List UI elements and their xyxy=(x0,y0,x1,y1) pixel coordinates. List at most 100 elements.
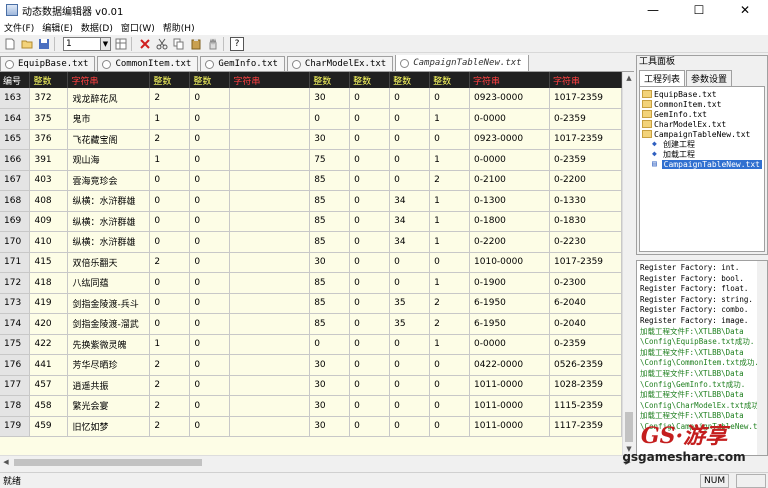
table-cell[interactable]: 0 xyxy=(349,211,391,232)
table-cell[interactable]: 0-2200 xyxy=(549,170,622,191)
table-cell[interactable]: 0 xyxy=(189,354,231,376)
table-cell[interactable]: 2 xyxy=(149,354,191,376)
column-header[interactable]: 编号 xyxy=(0,72,31,88)
row-number[interactable]: 163 xyxy=(0,88,31,109)
table-cell[interactable]: 0 xyxy=(389,416,431,437)
table-cell[interactable]: 375 xyxy=(29,108,69,130)
table-cell[interactable]: 459 xyxy=(29,416,69,437)
tree-item[interactable]: CampaignTableNew.txt xyxy=(642,129,762,139)
table-cell[interactable]: 0 xyxy=(189,211,231,232)
row-number[interactable]: 175 xyxy=(0,334,31,355)
table-cell[interactable]: 0-2100 xyxy=(469,170,550,191)
table-cell[interactable]: 420 xyxy=(29,313,69,335)
table-cell[interactable]: 1011-0000 xyxy=(469,375,550,396)
tree-item[interactable]: ◆ 创建工程 xyxy=(642,139,762,149)
table-cell[interactable] xyxy=(229,231,311,253)
table-cell[interactable]: 0 xyxy=(189,170,231,191)
table-cell[interactable] xyxy=(229,354,311,376)
table-cell[interactable]: 85 xyxy=(309,272,351,294)
table-cell[interactable] xyxy=(229,211,311,232)
table-cell[interactable]: 0 xyxy=(389,170,431,191)
table-cell[interactable]: 0 xyxy=(429,416,471,437)
table-cell[interactable] xyxy=(229,108,311,130)
table-cell[interactable]: 0 xyxy=(429,252,471,273)
table-row[interactable]: 173 419 剑指金陵渡-兵斗 0 0 85 0 35 2 6-1950 6-2040 xyxy=(0,293,622,314)
table-cell[interactable]: 0923-0000 xyxy=(469,88,550,109)
column-header[interactable]: 字符串 xyxy=(229,72,311,88)
tab-project-list[interactable]: 工程列表 xyxy=(639,70,686,86)
table-cell[interactable]: 逍遥共振 xyxy=(67,375,151,396)
column-header[interactable]: 字符串 xyxy=(469,72,550,88)
table-row[interactable]: 172 418 八纮同蕴 0 0 85 0 0 1 0-1900 0-2300 xyxy=(0,272,622,294)
row-number[interactable]: 169 xyxy=(0,211,31,232)
table-cell[interactable]: 0 xyxy=(189,149,231,171)
table-cell[interactable]: 0 xyxy=(429,354,471,376)
row-number[interactable]: 176 xyxy=(0,354,31,376)
table-cell[interactable]: 0422-0000 xyxy=(469,354,550,376)
table-cell[interactable]: 2 xyxy=(429,313,471,335)
tab-file[interactable]: CommonItem.txt xyxy=(97,56,199,71)
row-number[interactable]: 166 xyxy=(0,149,31,171)
scroll-thumb[interactable] xyxy=(14,459,202,466)
row-number[interactable]: 177 xyxy=(0,375,31,396)
table-cell[interactable]: 0-2300 xyxy=(549,272,622,294)
table-cell[interactable]: 403 xyxy=(29,170,69,191)
table-cell[interactable]: 0 xyxy=(349,88,391,109)
table-cell[interactable]: 1 xyxy=(429,190,471,212)
menu-edit[interactable]: 编辑(E) xyxy=(38,21,77,34)
table-cell[interactable]: 85 xyxy=(309,190,351,212)
table-cell[interactable]: 飞花藏宝阁 xyxy=(67,129,151,150)
table-cell[interactable]: 0 xyxy=(389,354,431,376)
table-cell[interactable]: 408 xyxy=(29,190,69,212)
table-cell[interactable]: 0-1330 xyxy=(549,190,622,212)
table-cell[interactable]: 0 xyxy=(189,108,231,130)
table-cell[interactable]: 0 xyxy=(149,231,191,253)
table-cell[interactable]: 415 xyxy=(29,252,69,273)
tab-file[interactable]: CharModelEx.txt xyxy=(286,56,394,71)
table-cell[interactable]: 1017-2359 xyxy=(549,129,622,150)
vertical-scrollbar[interactable]: ▲ ▼ xyxy=(622,72,634,455)
table-row[interactable]: 166 391 观山海 1 0 75 0 0 1 0-0000 0-2359 xyxy=(0,149,622,171)
table-cell[interactable]: 85 xyxy=(309,293,351,314)
table-cell[interactable]: 0 xyxy=(309,108,351,130)
table-cell[interactable]: 0 xyxy=(389,395,431,417)
table-cell[interactable]: 1 xyxy=(149,149,191,171)
table-cell[interactable]: 0 xyxy=(349,190,391,212)
table-cell[interactable]: 6-2040 xyxy=(549,293,622,314)
table-cell[interactable]: 0-2359 xyxy=(549,108,622,130)
table-cell[interactable]: 0 xyxy=(189,395,231,417)
save-icon[interactable] xyxy=(37,37,51,51)
table-cell[interactable]: 35 xyxy=(389,293,431,314)
table-cell[interactable]: 观山海 xyxy=(67,149,151,171)
table-cell[interactable]: 八纮同蕴 xyxy=(67,272,151,294)
tree-item[interactable]: CommonItem.txt xyxy=(642,99,762,109)
tree-item[interactable]: ◆ 加载工程 xyxy=(642,149,762,159)
table-cell[interactable]: 0 xyxy=(189,375,231,396)
table-cell[interactable]: 30 xyxy=(309,375,351,396)
table-cell[interactable]: 0 xyxy=(189,252,231,273)
table-row[interactable]: 170 410 纵横：水浒群雄 0 0 85 0 34 1 0-2200 0-2230 xyxy=(0,231,622,253)
menu-help[interactable]: 帮助(H) xyxy=(159,21,199,34)
table-cell[interactable]: 0 xyxy=(189,334,231,355)
table-cell[interactable]: 纵横：水浒群雄 xyxy=(67,190,151,212)
table-cell[interactable]: 0-2359 xyxy=(549,334,622,355)
table-cell[interactable]: 85 xyxy=(309,170,351,191)
row-number[interactable]: 172 xyxy=(0,272,31,294)
menu-file[interactable]: 文件(F) xyxy=(0,21,38,34)
table-row[interactable]: 177 457 逍遥共振 2 0 30 0 0 0 1011-0000 1028-2359 xyxy=(0,375,622,396)
table-cell[interactable] xyxy=(229,252,311,273)
table-cell[interactable]: 0 xyxy=(349,354,391,376)
table-row[interactable]: 175 422 先换紫微灵魄 1 0 0 0 0 1 0-0000 0-2359 xyxy=(0,334,622,355)
table-cell[interactable]: 剑指金陵渡-溜武 xyxy=(67,313,151,335)
table-cell[interactable]: 2 xyxy=(149,252,191,273)
table-cell[interactable]: 0 xyxy=(349,313,391,335)
tree-item[interactable]: ▤ CampaignTableNew.txt xyxy=(642,159,762,169)
table-cell[interactable]: 0 xyxy=(189,293,231,314)
table-cell[interactable]: 0-2040 xyxy=(549,313,622,335)
table-cell[interactable] xyxy=(229,293,311,314)
table-cell[interactable]: 372 xyxy=(29,88,69,109)
table-cell[interactable]: 30 xyxy=(309,416,351,437)
table-row[interactable]: 169 409 纵横：水浒群雄 0 0 85 0 34 1 0-1800 0-1830 xyxy=(0,211,622,232)
table-cell[interactable]: 0-0000 xyxy=(469,149,550,171)
table-cell[interactable]: 旧忆如梦 xyxy=(67,416,151,437)
